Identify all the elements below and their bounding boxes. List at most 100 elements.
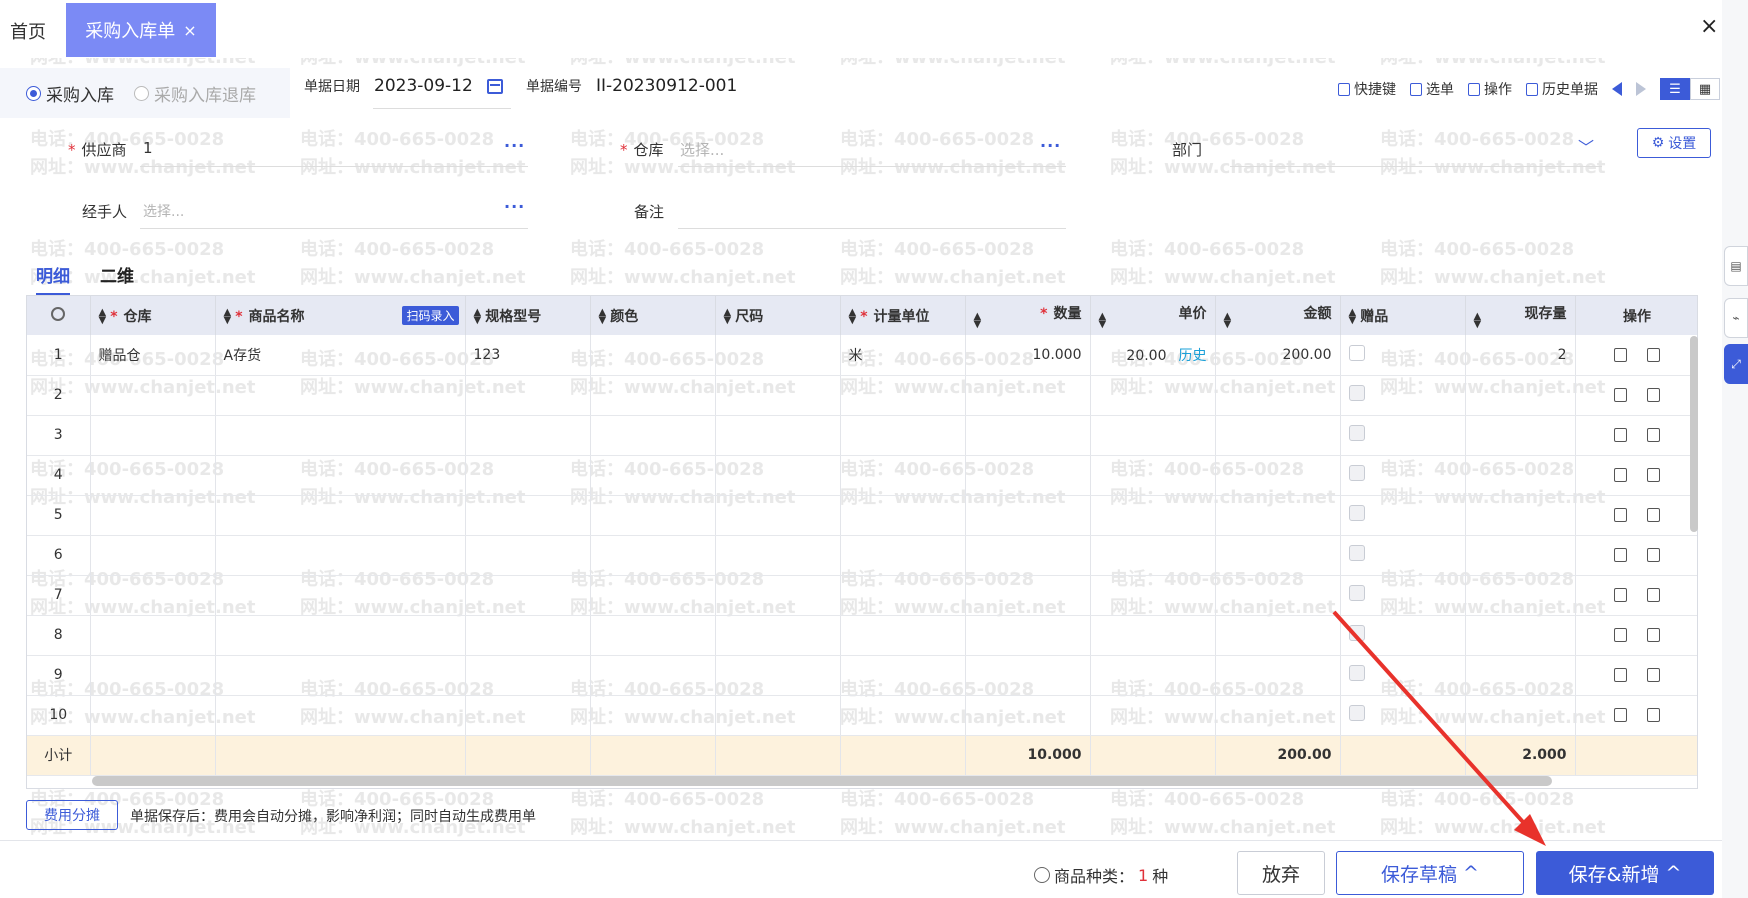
empty-cell[interactable] (715, 575, 841, 616)
cell-unit[interactable]: 米 (840, 335, 966, 376)
caret-up-icon[interactable]: ^ (1463, 862, 1479, 884)
empty-cell[interactable] (215, 535, 466, 576)
empty-cell[interactable] (90, 575, 216, 616)
empty-cell[interactable] (965, 415, 1091, 456)
side-panel-icon[interactable]: ▤ (1724, 246, 1748, 286)
copy-row-icon[interactable] (1647, 508, 1660, 522)
empty-cell[interactable] (215, 615, 466, 656)
col-spec[interactable]: ▲ ▼ 规格型号 (465, 296, 591, 335)
empty-cell[interactable] (965, 375, 1091, 416)
copy-row-icon[interactable] (1647, 588, 1660, 602)
prev-doc-icon[interactable] (1612, 82, 1622, 96)
empty-cell[interactable] (1215, 415, 1341, 456)
empty-cell[interactable] (1090, 495, 1216, 536)
empty-cell[interactable] (465, 375, 591, 416)
empty-cell[interactable] (590, 495, 716, 536)
copy-row-icon[interactable] (1647, 428, 1660, 442)
gift-checkbox[interactable] (1348, 425, 1365, 441)
save-and-new-button[interactable]: 保存&新增 ^ (1536, 851, 1714, 895)
radio-purchase-return[interactable]: 采购入库退库 (134, 81, 256, 106)
empty-cell[interactable] (465, 415, 591, 456)
cell-amount[interactable]: 200.00 (1215, 335, 1341, 376)
cell-qty[interactable]: 10.000 (965, 335, 1091, 376)
delete-row-icon[interactable] (1614, 388, 1627, 402)
select-doc-button[interactable]: 选单 (1410, 79, 1454, 99)
empty-cell[interactable] (965, 615, 1091, 656)
empty-cell[interactable] (215, 655, 466, 696)
empty-cell[interactable] (590, 655, 716, 696)
shortcut-button[interactable]: 快捷键 (1338, 79, 1396, 99)
tab-close-icon[interactable]: × (183, 21, 196, 40)
delete-row-icon[interactable] (1614, 468, 1627, 482)
radio-purchase-in[interactable]: 采购入库 (26, 81, 114, 106)
empty-cell[interactable] (1215, 375, 1341, 416)
empty-cell[interactable] (90, 655, 216, 696)
expand-icon[interactable]: ⤢ (1724, 344, 1748, 384)
handler-more-icon[interactable]: ··· (504, 197, 525, 216)
empty-cell[interactable] (215, 455, 466, 496)
window-close-icon[interactable]: × (1700, 14, 1718, 39)
empty-cell[interactable] (965, 695, 1091, 736)
col-unit[interactable]: ▲ ▼ * 计量单位 (840, 296, 966, 335)
settings-button[interactable]: ⚙ 设置 (1637, 128, 1711, 158)
empty-cell[interactable] (90, 535, 216, 576)
gift-checkbox[interactable] (1348, 665, 1365, 681)
empty-cell[interactable] (1215, 695, 1341, 736)
empty-cell[interactable] (465, 655, 591, 696)
delete-row-icon[interactable] (1614, 548, 1627, 562)
empty-cell[interactable] (715, 415, 841, 456)
dept-chevron-down-icon[interactable]: ﹀ (1578, 134, 1594, 158)
horizontal-scrollbar[interactable] (92, 776, 1552, 786)
cell-warehouse[interactable]: 赠品仓 (90, 335, 216, 376)
empty-cell[interactable] (215, 575, 466, 616)
copy-row-icon[interactable] (1647, 628, 1660, 642)
empty-cell[interactable] (1090, 615, 1216, 656)
empty-cell[interactable] (215, 495, 466, 536)
empty-cell[interactable] (840, 655, 966, 696)
empty-cell[interactable] (90, 695, 216, 736)
empty-cell[interactable] (465, 575, 591, 616)
next-doc-icon[interactable] (1636, 82, 1646, 96)
list-view-icon[interactable]: ☰ (1660, 78, 1690, 100)
col-amount[interactable]: ▲ ▼ 金额 (1215, 296, 1341, 335)
cell-price[interactable]: 20.00 历史 (1090, 335, 1216, 376)
cell-color[interactable] (590, 335, 716, 376)
empty-cell[interactable] (965, 495, 1091, 536)
cell-product[interactable]: A存货 (215, 335, 466, 376)
empty-cell[interactable] (1215, 455, 1341, 496)
gift-checkbox[interactable] (1348, 344, 1365, 361)
tab-home[interactable]: 首页 (10, 18, 46, 44)
col-qty[interactable]: ▲ ▼ * 数量 (965, 296, 1091, 335)
empty-cell[interactable] (715, 455, 841, 496)
col-product[interactable]: ▲ ▼ * 商品名称 扫码录入 (215, 296, 466, 335)
col-warehouse[interactable]: ▲ ▼ * 仓库 (90, 296, 216, 335)
operate-button[interactable]: 操作 (1468, 79, 1512, 99)
empty-cell[interactable] (1090, 695, 1216, 736)
copy-row-icon[interactable] (1647, 347, 1660, 362)
col-size[interactable]: ▲ ▼ 尺码 (715, 296, 841, 335)
gift-checkbox[interactable] (1348, 705, 1365, 721)
delete-row-icon[interactable] (1614, 588, 1627, 602)
date-value[interactable]: 2023-09-12 (374, 76, 473, 96)
empty-cell[interactable] (715, 615, 841, 656)
empty-cell[interactable] (1215, 655, 1341, 696)
gift-checkbox[interactable] (1348, 505, 1365, 521)
empty-cell[interactable] (590, 575, 716, 616)
column-settings-cell[interactable] (27, 296, 91, 335)
fee-allocation-button[interactable]: 费用分摊 (26, 800, 118, 830)
empty-cell[interactable] (840, 575, 966, 616)
delete-row-icon[interactable] (1614, 668, 1627, 682)
warehouse-input[interactable]: 选择... (680, 139, 724, 160)
col-price[interactable]: ▲ ▼ 单价 (1090, 296, 1216, 335)
warehouse-more-icon[interactable]: ··· (1040, 136, 1061, 155)
supplier-input[interactable]: 1 (143, 139, 153, 157)
gift-checkbox[interactable] (1348, 625, 1365, 641)
empty-cell[interactable] (90, 615, 216, 656)
col-gift[interactable]: ▲ ▼ 赠品 (1340, 296, 1466, 335)
empty-cell[interactable] (840, 535, 966, 576)
copy-row-icon[interactable] (1647, 548, 1660, 562)
copy-row-icon[interactable] (1647, 468, 1660, 482)
empty-cell[interactable] (840, 615, 966, 656)
gift-checkbox[interactable] (1348, 545, 1365, 561)
cell-spec[interactable]: 123 (465, 335, 591, 376)
